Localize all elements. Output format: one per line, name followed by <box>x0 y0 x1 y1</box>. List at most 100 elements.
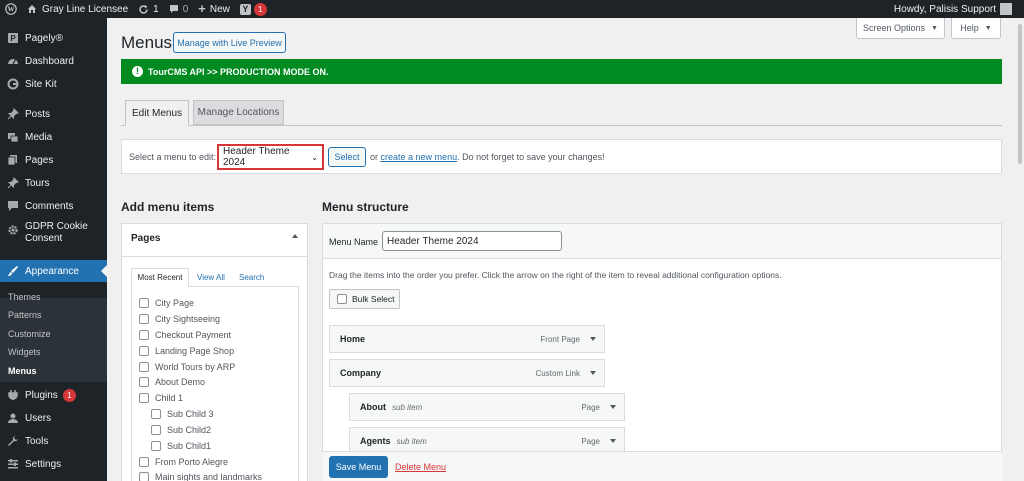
checkbox[interactable] <box>139 362 149 372</box>
checkbox[interactable] <box>139 393 149 403</box>
list-item[interactable]: About Demo <box>139 377 205 387</box>
list-item[interactable]: Child 1 <box>139 393 183 403</box>
checkbox[interactable] <box>139 377 149 387</box>
pages-panel-title[interactable]: Pages <box>131 233 160 244</box>
updates-link[interactable]: 1 <box>133 0 164 18</box>
sidebar-item-media[interactable]: Media <box>0 128 107 146</box>
checkbox[interactable] <box>139 346 149 356</box>
sidebar-item-tools[interactable]: Tools <box>0 432 107 450</box>
sidebar-item-tours[interactable]: Tours <box>0 174 107 192</box>
checkbox[interactable] <box>337 294 347 304</box>
sidebar-item-label: Users <box>25 412 52 424</box>
expand-arrow-icon[interactable] <box>610 405 616 409</box>
menu-item-row[interactable]: About sub item Page <box>349 393 625 421</box>
page-label: City Page <box>155 298 195 308</box>
checkbox[interactable] <box>139 457 149 467</box>
bulk-select-button[interactable]: Bulk Select <box>329 289 400 309</box>
expand-arrow-icon[interactable] <box>590 337 596 341</box>
wordpress-logo-icon[interactable]: W <box>0 0 22 18</box>
checkbox[interactable] <box>151 409 161 419</box>
sidebar-item-label: Tours <box>25 177 50 189</box>
submenu-themes[interactable]: Themes <box>8 292 41 302</box>
sidebar-item-plugins[interactable]: Plugins 1 <box>0 386 107 404</box>
list-item[interactable]: City Sightseeing <box>139 314 220 324</box>
list-item[interactable]: From Porto Alegre <box>139 457 228 467</box>
media-icon <box>6 131 19 144</box>
sidebar-item-label: Site Kit <box>25 78 57 90</box>
howdy-text: Howdy, Palisis Support <box>893 3 996 15</box>
expand-arrow-icon[interactable] <box>610 439 616 443</box>
comment-icon <box>169 5 178 13</box>
screen-options-button[interactable]: Screen Options ▼ <box>856 18 945 39</box>
page-label: Main sights and landmarks <box>155 472 263 481</box>
pagely-icon: P <box>6 32 19 45</box>
list-item[interactable]: World Tours by ARP <box>139 362 235 372</box>
menu-item-title: Agents <box>360 436 391 446</box>
admin-bar: W Gray Line Licensee 1 0 + New Y 1 Howdy… <box>0 0 1024 18</box>
sidebar-item-posts[interactable]: Posts <box>0 105 107 123</box>
sidebar-item-label: Comments <box>25 200 74 212</box>
save-menu-button[interactable]: Save Menu <box>329 456 388 478</box>
checkbox[interactable] <box>139 472 149 481</box>
help-button[interactable]: Help ▼ <box>951 18 1001 39</box>
sidebar-item-site-kit[interactable]: Site Kit <box>0 75 107 93</box>
menu-select[interactable]: Header Theme 2024 ⌄ <box>220 146 321 168</box>
checkbox[interactable] <box>151 425 161 435</box>
sidebar-item-gdpr[interactable]: GDPR Cookie Consent <box>0 221 107 247</box>
sidebar-item-label: Pages <box>25 154 54 166</box>
home-icon <box>28 5 36 13</box>
pages-icon <box>6 154 19 167</box>
updates-count: 1 <box>153 3 159 15</box>
sidebar-item-label: Media <box>25 131 53 143</box>
menu-item-row[interactable]: Company Custom Link <box>329 359 605 387</box>
tab-edit-menus[interactable]: Edit Menus <box>125 100 189 126</box>
google-icon <box>6 78 19 91</box>
tab-view-all[interactable]: View All <box>197 273 225 282</box>
list-item[interactable]: Sub Child 3 <box>151 409 214 419</box>
sidebar-item-users[interactable]: Users <box>0 409 107 427</box>
submenu-customize[interactable]: Customize <box>8 329 51 339</box>
scrollbar-thumb[interactable] <box>1018 24 1022 164</box>
list-item[interactable]: City Page <box>139 298 194 308</box>
collapse-arrow-icon[interactable] <box>292 234 298 238</box>
live-preview-button[interactable]: Manage with Live Preview <box>173 32 286 53</box>
submenu-menus[interactable]: Menus <box>8 366 37 376</box>
sidebar-item-appearance[interactable]: Appearance <box>0 260 107 282</box>
comments-link[interactable]: 0 <box>164 0 194 18</box>
sidebar-item-pagely[interactable]: P Pagely® <box>0 29 107 47</box>
page-label: City Sightseeing <box>155 314 221 324</box>
list-item[interactable]: Main sights and landmarks <box>139 472 262 481</box>
submenu-widgets[interactable]: Widgets <box>8 347 41 357</box>
yoast-icon: Y <box>239 3 251 15</box>
sidebar-item-settings[interactable]: Settings <box>0 455 107 473</box>
menu-item-title: Company <box>340 368 382 378</box>
tab-search[interactable]: Search <box>239 273 264 282</box>
menu-item-row[interactable]: Home Front Page <box>329 325 605 353</box>
list-item[interactable]: Sub Child1 <box>151 441 211 451</box>
menu-item-type: Custom Link <box>535 368 580 378</box>
tab-manage-locations[interactable]: Manage Locations <box>193 100 284 125</box>
select-button[interactable]: Select <box>328 147 366 167</box>
delete-menu-link[interactable]: Delete Menu <box>395 462 446 472</box>
yoast-link[interactable]: Y 1 <box>235 0 272 18</box>
menu-item-title: About <box>360 402 386 412</box>
tab-most-recent[interactable]: Most Recent <box>131 268 189 287</box>
sidebar-item-dashboard[interactable]: Dashboard <box>0 52 107 70</box>
checkbox[interactable] <box>139 298 149 308</box>
sidebar-item-comments[interactable]: Comments <box>0 197 107 215</box>
new-content-link[interactable]: + New <box>193 0 235 18</box>
create-menu-link[interactable]: create a new menu <box>381 152 458 162</box>
my-account[interactable]: Howdy, Palisis Support <box>894 0 1024 18</box>
checkbox[interactable] <box>139 314 149 324</box>
list-item[interactable]: Checkout Payment <box>139 330 231 340</box>
list-item[interactable]: Sub Child2 <box>151 425 211 435</box>
site-name-link[interactable]: Gray Line Licensee <box>22 0 133 18</box>
expand-arrow-icon[interactable] <box>590 371 596 375</box>
checkbox[interactable] <box>151 441 161 451</box>
api-notice: ! TourCMS API >> PRODUCTION MODE ON. <box>121 59 1002 84</box>
submenu-patterns[interactable]: Patterns <box>8 310 42 320</box>
checkbox[interactable] <box>139 330 149 340</box>
sidebar-item-pages[interactable]: Pages <box>0 151 107 169</box>
list-item[interactable]: Landing Page Shop <box>139 346 234 356</box>
menu-name-input[interactable]: Header Theme 2024 <box>382 231 562 251</box>
